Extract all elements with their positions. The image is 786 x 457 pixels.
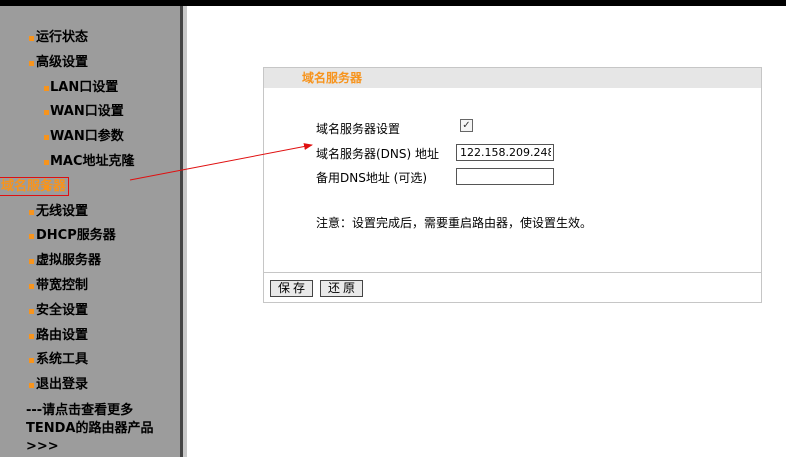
checkmark-icon: ✓: [462, 120, 471, 131]
sidebar: 运行状态高级设置 LAN口设置 WAN口设置 WAN口参数 MAC地址克隆域名服务器无线…: [0, 6, 180, 457]
dns-settings-panel: 域名服务器 域名服务器设置 ✓ 域名服务器(DNS) 地址 备用DNS地址 (可…: [263, 67, 762, 303]
main-content: 域名服务器 域名服务器设置 ✓ 域名服务器(DNS) 地址 备用DNS地址 (可…: [187, 6, 786, 457]
panel-divider: [264, 272, 761, 273]
dns-address-label: 域名服务器(DNS) 地址: [316, 147, 440, 161]
sidebar-item-label: 退出登录: [36, 377, 89, 393]
sidebar-item-label: 无线设置: [36, 203, 89, 219]
sidebar-item-label: 路由设置: [36, 327, 89, 343]
sidebar-item-5[interactable]: MAC地址克隆: [0, 150, 180, 175]
more-products-line1: ---请点击查看更多: [26, 403, 134, 418]
bullet-icon: [29, 383, 34, 389]
sidebar-item-label: 系统工具: [36, 352, 89, 368]
sidebar-item-2[interactable]: LAN口设置: [0, 76, 180, 101]
bullet-icon: [29, 308, 34, 314]
settings-note: 注意：设置完成后，需要重启路由器，使设置生效。: [316, 216, 593, 230]
bullet-icon: [44, 110, 49, 116]
dns-address-input[interactable]: [456, 144, 554, 161]
bullet-icon: [44, 159, 49, 165]
bullet-icon: [44, 184, 49, 190]
dns-enable-checkbox[interactable]: ✓: [460, 119, 473, 132]
backup-dns-input[interactable]: [456, 168, 554, 185]
sidebar-item-label: MAC地址克隆: [50, 153, 135, 169]
bullet-icon: [29, 283, 34, 289]
sidebar-item-6[interactable]: 域名服务器: [0, 175, 180, 200]
bullet-icon: [44, 135, 49, 141]
sidebar-item-label: DHCP服务器: [36, 228, 116, 244]
sidebar-item-label: 安全设置: [36, 302, 89, 318]
dns-setting-label: 域名服务器设置: [316, 122, 401, 136]
bullet-icon: [29, 259, 34, 265]
bullet-icon: [29, 358, 34, 364]
sidebar-item-label: LAN口设置: [50, 79, 119, 95]
bullet-icon: [29, 209, 34, 215]
sidebar-item-12[interactable]: 路由设置: [0, 324, 180, 349]
more-products-link[interactable]: ---请点击查看更多 TENDA的路由器产品 >>>: [26, 402, 176, 456]
more-products-line3: >>>: [26, 439, 59, 454]
sidebar-item-label: 运行状态: [36, 30, 89, 45]
sidebar-item-3[interactable]: WAN口设置: [0, 100, 180, 125]
sidebar-item-1[interactable]: 高级设置: [0, 51, 180, 76]
more-products-line2: TENDA的路由器产品: [26, 421, 154, 436]
backup-dns-label: 备用DNS地址 (可选): [316, 171, 428, 185]
sidebar-item-13[interactable]: 系统工具: [0, 348, 180, 373]
save-button[interactable]: 保存: [270, 280, 313, 297]
sidebar-item-9[interactable]: 虚拟服务器: [0, 249, 180, 274]
sidebar-item-14[interactable]: 退出登录: [0, 373, 180, 398]
panel-title: 域名服务器: [264, 68, 761, 88]
sidebar-item-label: 高级设置: [36, 54, 89, 70]
bullet-icon: [44, 85, 49, 91]
sidebar-item-label: WAN口参数: [50, 129, 124, 145]
sidebar-item-8[interactable]: DHCP服务器: [0, 224, 180, 249]
sidebar-item-label: 带宽控制: [36, 277, 89, 293]
sidebar-item-11[interactable]: 安全设置: [0, 299, 180, 324]
sidebar-item-4[interactable]: WAN口参数: [0, 125, 180, 150]
sidebar-item-7[interactable]: 无线设置: [0, 200, 180, 225]
sidebar-menu: 运行状态高级设置 LAN口设置 WAN口设置 WAN口参数 MAC地址克隆域名服务器无线…: [0, 26, 180, 398]
bullet-icon: [29, 60, 34, 66]
bullet-icon: [29, 333, 34, 339]
bullet-icon: [29, 234, 34, 240]
sidebar-item-label: WAN口设置: [50, 104, 124, 120]
sidebar-item-label: 域名服务器: [0, 176, 70, 196]
restore-button[interactable]: 还原: [320, 280, 363, 297]
sidebar-item-0[interactable]: 运行状态: [0, 26, 180, 51]
sidebar-item-label: 虚拟服务器: [36, 253, 102, 269]
sidebar-item-10[interactable]: 带宽控制: [0, 274, 180, 299]
bullet-icon: [29, 36, 34, 41]
